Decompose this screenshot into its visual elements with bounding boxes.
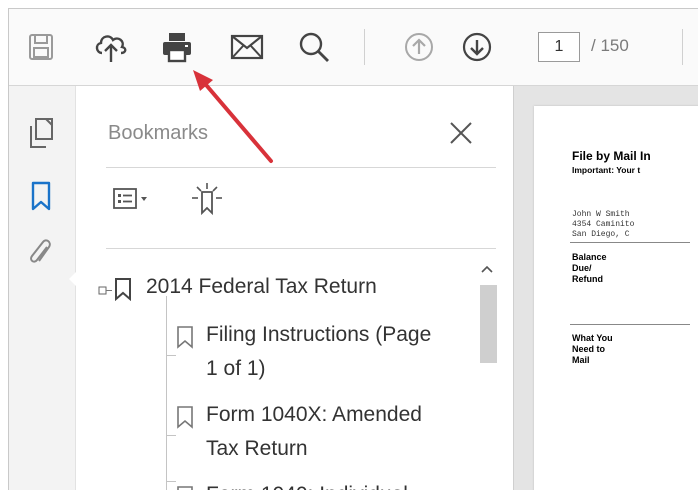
toolbar-divider [682, 29, 683, 65]
bookmarks-panel: Bookmarks 2014 Federal Tax Return Filing… [76, 86, 514, 490]
bookmark-icon [176, 485, 194, 490]
doc-rule [570, 242, 690, 243]
tree-item-label: Form 1040: Individual [206, 478, 408, 490]
pages-icon[interactable] [21, 113, 61, 153]
new-bookmark-button[interactable] [190, 182, 224, 221]
doc-address-line: John W Smith [572, 210, 630, 219]
close-icon[interactable] [446, 118, 476, 148]
prev-page-icon[interactable] [399, 27, 439, 67]
email-icon[interactable] [227, 27, 267, 67]
divider [106, 167, 496, 168]
tree-item-label: Form 1040X: Amended [206, 403, 422, 426]
upload-icon[interactable] [91, 27, 131, 67]
page-number-input[interactable]: 1 [538, 32, 580, 62]
list-options-icon [112, 186, 152, 217]
attachment-icon[interactable] [21, 234, 61, 274]
doc-subheading: Important: Your t [572, 165, 641, 175]
tree-item-label: 1 of 1) [206, 357, 266, 380]
bookmark-icon [176, 405, 194, 434]
bookmark-icon [176, 325, 194, 354]
options-menu-button[interactable] [112, 183, 152, 219]
new-bookmark-icon [190, 182, 224, 221]
collapse-toggle-icon[interactable] [98, 283, 112, 301]
print-icon[interactable] [157, 27, 197, 67]
tree-item[interactable]: Filing Instructions (Page 1 of 1) [176, 318, 431, 386]
bookmark-icon[interactable] [21, 176, 61, 216]
scroll-up-icon[interactable] [480, 262, 494, 277]
tree-line [166, 355, 176, 356]
scrollbar-thumb[interactable] [480, 285, 497, 363]
navigation-rail [9, 86, 77, 490]
tree-item[interactable]: 2014 Federal Tax Return [98, 270, 377, 306]
doc-rule [570, 324, 690, 325]
doc-label: What You Need to Mail [572, 333, 613, 365]
doc-address-line: 4354 Caminito [572, 220, 635, 229]
toolbar-divider [364, 29, 365, 65]
search-icon[interactable] [294, 27, 334, 67]
tree-item-label: 2014 Federal Tax Return [146, 275, 377, 298]
acrobat-window: 1 / 150 Bookmarks 2014 Federal Tax Retur… [8, 8, 698, 490]
doc-heading: File by Mail In [572, 149, 651, 163]
bookmark-icon [114, 277, 132, 306]
tree-line [166, 435, 176, 436]
toolbar: 1 / 150 [9, 9, 698, 86]
page-total-label: / 150 [591, 36, 629, 55]
bookmark-tree: 2014 Federal Tax Return Filing Instructi… [98, 256, 488, 490]
panel-title: Bookmarks [108, 122, 209, 144]
document-view: File by Mail In Important: Your t John W… [514, 86, 698, 490]
tree-item-label: Filing Instructions (Page [206, 323, 432, 346]
tree-item-label: Tax Return [206, 437, 308, 460]
divider [106, 248, 496, 249]
save-icon[interactable] [21, 27, 61, 67]
tree-item[interactable]: Form 1040X: Amended Tax Return [176, 398, 422, 466]
doc-label: Balance Due/ Refund [572, 252, 607, 284]
tree-line [166, 481, 176, 482]
next-page-icon[interactable] [457, 27, 497, 67]
tree-line [166, 296, 167, 490]
tree-item[interactable]: Form 1040: Individual [176, 478, 408, 490]
document-page: File by Mail In Important: Your t John W… [534, 106, 698, 490]
doc-address-line: San Diego, C [572, 230, 630, 239]
